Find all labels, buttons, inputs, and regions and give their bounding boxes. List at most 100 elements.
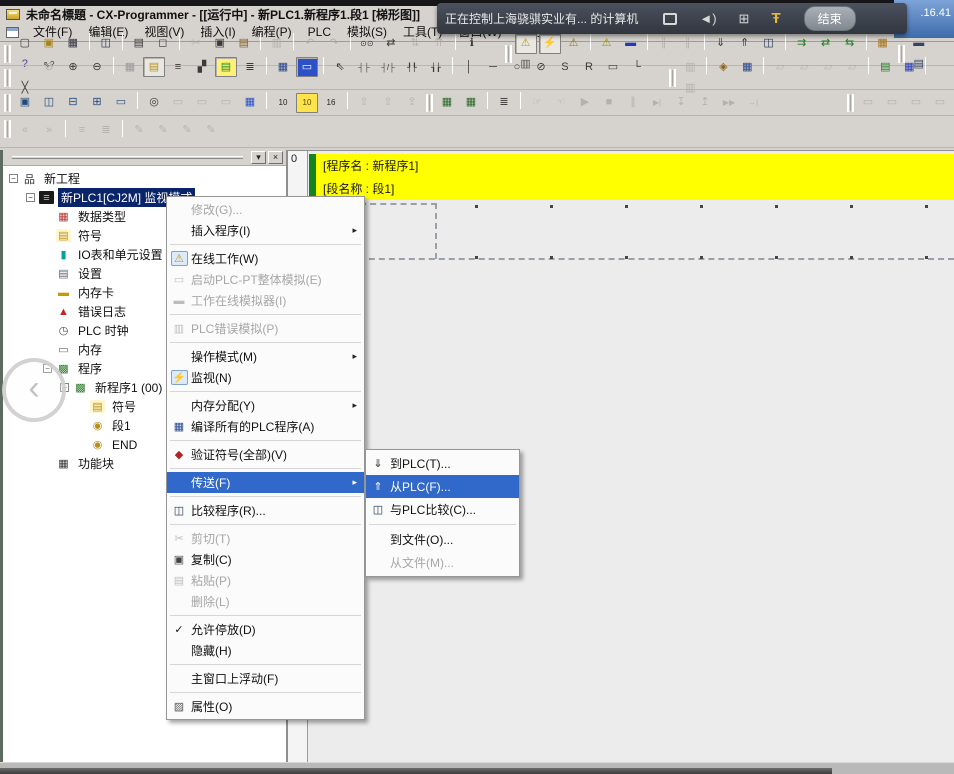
address-reference-icon[interactable]: ▭ xyxy=(167,93,189,113)
ctx-compare-program[interactable]: ◫比较程序(R)... xyxy=(167,500,364,521)
new-window-icon[interactable]: ▣ xyxy=(14,93,36,113)
vertical-line-icon[interactable]: │ xyxy=(458,57,480,77)
new-contact-icon[interactable]: ┤├ xyxy=(353,58,375,78)
simulation-options-icon[interactable]: ≣ xyxy=(493,93,515,113)
style-pen-b-icon[interactable]: ✎ xyxy=(152,121,174,141)
panel-gripper[interactable] xyxy=(12,156,243,159)
scan-run-icon[interactable]: ☜ xyxy=(550,93,572,113)
local-symbols-icon[interactable]: ≡ xyxy=(167,57,189,77)
tree-item-label[interactable]: 新程序1 (00) xyxy=(92,378,165,397)
transfer-changes-icon[interactable]: ▥ xyxy=(679,58,701,78)
cross-reference-icon[interactable]: ▞ xyxy=(191,57,213,77)
zoom-normal-icon[interactable]: ◌ xyxy=(14,57,36,77)
save-icon[interactable]: ▦ xyxy=(62,33,84,53)
mini-tool-c-icon[interactable]: ▭ xyxy=(905,93,927,113)
monitor-signed-decimal-icon[interactable]: 10 xyxy=(296,93,318,113)
sub-compare-with-plc[interactable]: ◫与PLC比较(C)... xyxy=(366,498,519,521)
print-icon[interactable]: ▤ xyxy=(128,33,150,53)
online-edit-send-icon[interactable]: ▦ xyxy=(898,58,920,78)
watch-sheet-icon[interactable]: ▭ xyxy=(215,93,237,113)
watch-window-icon[interactable]: ▦ xyxy=(272,57,294,77)
tree-item-label[interactable]: END xyxy=(109,437,140,453)
select-arrow-icon[interactable]: ⇖ xyxy=(329,57,351,77)
step-in-icon[interactable]: ↧ xyxy=(670,93,692,113)
toolbar-grip[interactable] xyxy=(4,45,11,63)
find-next-icon[interactable]: ⇅ xyxy=(404,33,426,53)
ctx-transfer[interactable]: 传送(F)▸ xyxy=(167,472,364,493)
back-overlay-button[interactable]: ‹ xyxy=(2,358,66,422)
step-up-b-icon[interactable]: ⇧ xyxy=(377,93,399,113)
online-simulator-icon[interactable]: ▬ xyxy=(620,34,642,54)
continuous-step-run-icon[interactable]: ▶▶ xyxy=(718,93,740,113)
tree-item-label[interactable]: 错误日志 xyxy=(75,302,129,321)
step-up-a-icon[interactable]: ⇧ xyxy=(353,93,375,113)
monitor-window-icon[interactable]: ▭ xyxy=(296,57,318,77)
monitor-hex-icon[interactable]: 16 xyxy=(320,93,342,113)
new-or-closed-contact-icon[interactable]: ┧┟ xyxy=(425,58,447,78)
tree-item-label[interactable]: 功能块 xyxy=(75,454,117,473)
compile-all-plc-icon[interactable]: ▦ xyxy=(736,58,758,78)
toolbar-grip[interactable] xyxy=(4,94,11,112)
outdent-icon[interactable]: « xyxy=(14,121,36,141)
cut-icon[interactable]: ✂ xyxy=(185,33,207,53)
download-to-plc-icon[interactable]: ⇓ xyxy=(710,34,732,54)
pause-sim-icon[interactable]: ∥ xyxy=(622,93,644,113)
new-closed-coil-icon[interactable]: ⊘ xyxy=(530,57,552,77)
speaker-icon[interactable]: ◄) xyxy=(699,12,716,25)
mini-tool-a-icon[interactable]: ▭ xyxy=(857,93,879,113)
zoom-out-icon[interactable]: ⊖ xyxy=(86,57,108,77)
program-name-row[interactable]: [程序名 : 新程序1] xyxy=(309,154,954,177)
ctx-work-online-simulator[interactable]: ▬工作在线模拟器(I) xyxy=(167,290,364,311)
scan-to-end-icon[interactable]: →| xyxy=(742,93,764,113)
ctx-verify-symbols-all[interactable]: ◆验证符号(全部)(V) xyxy=(167,444,364,465)
style-pen-c-icon[interactable]: ✎ xyxy=(176,121,198,141)
new-or-contact-icon[interactable]: ┦┞ xyxy=(401,58,423,78)
tile-horizontal-icon[interactable]: ⊟ xyxy=(62,93,84,113)
redo-icon[interactable]: ↷ xyxy=(323,33,345,53)
undo-icon[interactable]: ↶ xyxy=(299,33,321,53)
program-check-b-icon[interactable]: ▱ xyxy=(793,58,815,78)
zoom-region-icon[interactable]: ⊘ xyxy=(38,57,60,77)
toolbar-grip[interactable] xyxy=(4,120,11,138)
program-check-a-icon[interactable]: ▱ xyxy=(769,58,791,78)
find-symbol-icon[interactable]: ◎ xyxy=(143,93,165,113)
new-instruction-icon[interactable]: ▭ xyxy=(602,57,624,77)
step-run-icon[interactable]: ▶| xyxy=(646,93,668,113)
monitor-mode-icon[interactable]: ⚡ xyxy=(539,34,561,54)
copy-icon[interactable]: ▣ xyxy=(209,33,231,53)
mnemonics-icon[interactable]: ≣ xyxy=(239,57,261,77)
toolbar-grip[interactable] xyxy=(4,69,11,87)
force-set-icon[interactable]: ▦ xyxy=(460,93,482,113)
mini-tool-b-icon[interactable]: ▭ xyxy=(881,93,903,113)
new-closed-contact-icon[interactable]: ┤/├ xyxy=(377,58,399,78)
rung-comment-icon[interactable]: ≡ xyxy=(71,121,93,141)
pin-tool-icon[interactable]: Ŧ xyxy=(771,11,780,26)
online-edit-icon[interactable]: ▤ xyxy=(874,58,896,78)
style-pen-d-icon[interactable]: ✎ xyxy=(200,121,222,141)
ctx-copy[interactable]: ▣复制(C) xyxy=(167,549,364,570)
zoom-in-icon[interactable]: ⊕ xyxy=(62,57,84,77)
pause-monitor-icon[interactable]: ∥ xyxy=(653,34,675,54)
rung-annotation-icon[interactable]: ≣ xyxy=(95,121,117,141)
data-trace-icon[interactable]: ▦ xyxy=(239,93,261,113)
tree-item-label[interactable]: 段1 xyxy=(109,416,134,435)
upload-from-plc-icon[interactable]: ⇑ xyxy=(734,34,756,54)
tree-item-label[interactable]: 数据类型 xyxy=(75,207,129,226)
tree-item-label[interactable]: 内存 xyxy=(75,340,105,359)
tree-item-label[interactable]: 内存卡 xyxy=(75,283,117,302)
new-set-icon[interactable]: S xyxy=(554,57,576,77)
compile-icon[interactable]: ◈ xyxy=(712,58,734,78)
plcpt-simulation-icon[interactable]: ⚠ xyxy=(596,34,618,54)
stop-icon[interactable]: ■ xyxy=(598,93,620,113)
mdi-child-icon[interactable] xyxy=(6,27,19,38)
ctx-operating-mode[interactable]: 操作模式(M)▸ xyxy=(167,346,364,367)
sub-from-file[interactable]: 从文件(M)... xyxy=(366,551,519,574)
new-reset-icon[interactable]: R xyxy=(578,57,600,77)
ctx-float-on-main-window[interactable]: 主窗口上浮动(F) xyxy=(167,668,364,689)
tree-item-label[interactable]: 符号 xyxy=(75,226,105,245)
ctx-work-online[interactable]: ⚠在线工作(W) xyxy=(167,248,364,269)
find-icon[interactable]: ⊙⊙ xyxy=(356,34,378,54)
toolbar-grip[interactable] xyxy=(669,69,676,87)
ctx-plc-error-simulation[interactable]: ▥PLC错误模拟(P) xyxy=(167,318,364,339)
bottom-scroll-hint[interactable] xyxy=(0,768,832,774)
